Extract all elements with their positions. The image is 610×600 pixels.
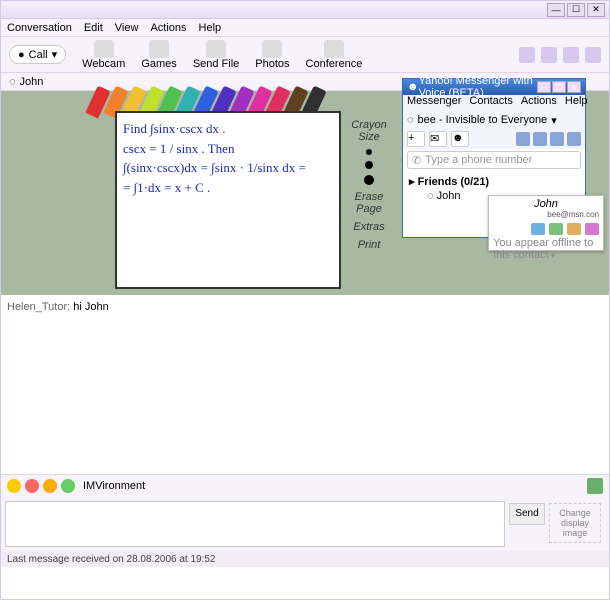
contact-tooltip: John bee@msn.con You appear offline to t… (488, 195, 604, 251)
tooltip-call-icon[interactable] (549, 223, 563, 235)
conference-icon (324, 40, 344, 58)
tool-icon-1[interactable] (519, 47, 535, 63)
webcam-button[interactable]: Webcam (82, 40, 125, 70)
phone-input[interactable]: ✆ Type a phone number (407, 151, 581, 169)
webcam-icon (94, 40, 114, 58)
messenger-menubar: Messenger Contacts Actions Help (403, 95, 585, 111)
toolbar: ● Call ▾ Webcam Games Send File Photos C… (1, 37, 609, 73)
tooltip-name: John (493, 198, 599, 210)
status-bar: Last message received on 28.08.2006 at 1… (1, 551, 609, 567)
math-line-1: Find ∫sinx·cscx dx . (123, 119, 333, 139)
messenger-icon: ☻ (407, 81, 419, 93)
math-line-3: ∫(sinx·cscx)dx = ∫sinx · 1/sinx dx = (123, 158, 333, 178)
contact-name: John (20, 76, 44, 88)
mail-icon[interactable] (516, 132, 530, 146)
messenger-status-row[interactable]: ◌ bee - Invisible to Everyone ▾ (403, 111, 585, 129)
menu-edit[interactable]: Edit (84, 22, 103, 34)
emoji-buzz-icon[interactable] (25, 479, 39, 493)
size-dot-med[interactable] (365, 161, 373, 169)
menubar: Conversation Edit View Actions Help (1, 19, 609, 37)
dropdown-icon: ▾ (52, 48, 58, 61)
chat-button[interactable]: ☻ (451, 131, 469, 147)
maximize-button[interactable]: ☐ (567, 3, 585, 17)
emoji-audibles-icon[interactable] (43, 479, 57, 493)
extras-button[interactable]: Extras (346, 221, 392, 233)
calendar-icon[interactable] (533, 132, 547, 146)
chat-message: hi John (73, 301, 108, 313)
minimize-button[interactable]: — (547, 3, 565, 17)
crayon-size-button[interactable]: Crayon Size (346, 119, 392, 143)
sendfile-button[interactable]: Send File (193, 40, 239, 70)
math-line-4: = ∫1·dx = x + C . (123, 178, 333, 198)
status-icon: ◌ (9, 76, 16, 88)
size-dot-small[interactable] (366, 149, 372, 155)
input-zone: Send Change display image (1, 497, 609, 551)
print-button[interactable]: Print (346, 239, 392, 251)
msgr-menu-messenger[interactable]: Messenger (407, 95, 461, 111)
change-display-image[interactable]: Change display image (549, 503, 601, 543)
msgr-min-button[interactable]: — (537, 81, 551, 93)
messenger-toolbar: + ✉ ☻ (403, 129, 585, 149)
menu-conversation[interactable]: Conversation (7, 22, 72, 34)
games-shortcut-icon[interactable] (567, 132, 581, 146)
close-button[interactable]: ✕ (587, 3, 605, 17)
math-line-2: cscx = 1 / sinx . Then (123, 139, 333, 159)
tool-icon-3[interactable] (563, 47, 579, 63)
messenger-titlebar: ☻ Yahoo! Messenger with Voice (BETA) — ☐… (403, 79, 585, 95)
size-dot-large[interactable] (364, 175, 374, 185)
photos-button[interactable]: Photos (255, 40, 289, 70)
tooltip-footer: You appear offline to this contact ▾ (493, 237, 599, 261)
status-dot-icon: ◌ (407, 114, 414, 126)
emoji-env-icon[interactable] (61, 479, 75, 493)
sendfile-icon (206, 40, 226, 58)
tool-icon-2[interactable] (541, 47, 557, 63)
tool-icon-4[interactable] (585, 47, 601, 63)
erase-page-button[interactable]: Erase Page (346, 191, 392, 215)
chevron-down-icon: ▾ (551, 114, 557, 127)
games-button[interactable]: Games (141, 40, 176, 70)
user-status-icon[interactable] (587, 478, 603, 494)
sms-button[interactable]: ✉ (429, 131, 447, 147)
games-icon (149, 40, 169, 58)
msgr-menu-actions[interactable]: Actions (521, 95, 557, 111)
msgr-menu-contacts[interactable]: Contacts (469, 95, 512, 111)
menu-view[interactable]: View (115, 22, 139, 34)
send-button[interactable]: Send (509, 503, 545, 525)
chat-history: Helen_Tutor: hi John (1, 295, 609, 475)
tooltip-im-icon[interactable] (531, 223, 545, 235)
msgr-close-button[interactable]: ✕ (567, 81, 581, 93)
friends-header[interactable]: ▸ Friends (0/21) (409, 175, 579, 188)
imv-label[interactable]: IMVironment (83, 480, 145, 492)
phone-icon: ● (18, 49, 25, 61)
menu-actions[interactable]: Actions (150, 22, 186, 34)
chat-author: Helen_Tutor: (7, 301, 70, 313)
whiteboard-tools: Crayon Size Erase Page Extras Print (346, 119, 392, 257)
whiteboard-canvas[interactable]: Find ∫sinx·cscx dx . cscx = 1 / sinx . T… (115, 111, 341, 289)
titlebar: — ☐ ✕ (1, 1, 609, 19)
tooltip-mail-icon[interactable] (585, 223, 599, 235)
phone-icon: ✆ (412, 154, 421, 167)
menu-help[interactable]: Help (199, 22, 222, 34)
conference-button[interactable]: Conference (306, 40, 363, 70)
add-contact-button[interactable]: + (407, 131, 425, 147)
msgr-menu-help[interactable]: Help (565, 95, 588, 111)
msgr-max-button[interactable]: ☐ (552, 81, 566, 93)
format-bar: IMVironment (1, 475, 609, 497)
emoji-smile-icon[interactable] (7, 479, 21, 493)
tooltip-email: bee@msn.con (493, 210, 599, 219)
tooltip-sms-icon[interactable] (567, 223, 581, 235)
radio-icon[interactable] (550, 132, 564, 146)
call-button[interactable]: ● Call ▾ (9, 45, 66, 64)
message-input[interactable] (5, 501, 505, 547)
photos-icon (262, 40, 282, 58)
